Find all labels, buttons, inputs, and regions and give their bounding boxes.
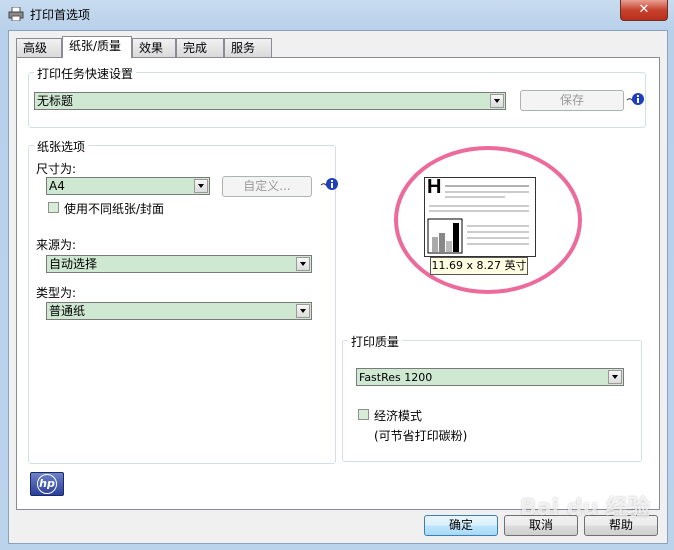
type-label: 类型为: [36, 286, 77, 300]
paper-type-select[interactable]: 普通纸 [46, 302, 312, 320]
chevron-down-icon[interactable] [194, 179, 208, 193]
different-paper-label: 使用不同纸张/封面 [64, 202, 165, 216]
economode-checkbox[interactable] [358, 409, 369, 420]
paper-source-select[interactable]: 自动选择 [46, 255, 312, 273]
tab-effects[interactable]: 效果 [132, 38, 176, 57]
tab-services[interactable]: 服务 [224, 38, 272, 57]
paper-size-tooltip: 11.69 x 8.27 英寸 [430, 257, 528, 275]
quick-set-value: 无标题 [37, 94, 74, 108]
watermark-text: Bai du 经验 [520, 496, 650, 521]
print-quality-legend: 打印质量 [348, 333, 403, 350]
save-button[interactable]: 保存 [520, 90, 624, 111]
info-icon[interactable] [320, 176, 338, 192]
paper-type-value: 普通纸 [49, 304, 86, 318]
paper-source-value: 自动选择 [49, 257, 98, 271]
title-bar[interactable]: 打印首选项 ✕ [0, 0, 674, 30]
different-paper-checkbox[interactable] [48, 202, 59, 213]
tab-paper-quality[interactable]: 纸张/质量 [62, 36, 132, 58]
size-label: 尺寸为: [36, 162, 77, 176]
economode-note: (可节省打印碳粉) [374, 429, 468, 443]
hp-logo-text: hp [37, 474, 57, 494]
custom-size-button[interactable]: 自定义... [222, 176, 312, 197]
ok-button[interactable]: 确定 [424, 515, 498, 536]
paper-options-legend: 纸张选项 [34, 138, 89, 155]
economode-label: 经济模式 [374, 409, 423, 423]
preview-graphic [427, 185, 529, 254]
printer-icon [8, 7, 24, 21]
quick-set-select[interactable]: 无标题 [34, 92, 506, 110]
close-button[interactable]: ✕ [620, 0, 668, 21]
hp-logo-icon: hp [30, 472, 64, 496]
page-preview: H [424, 176, 536, 257]
info-icon[interactable] [626, 91, 644, 107]
paper-size-value: A4 [49, 179, 65, 193]
quick-set-legend: 打印任务快速设置 [34, 65, 137, 82]
chevron-down-icon[interactable] [296, 304, 310, 318]
chevron-down-icon[interactable] [608, 370, 622, 384]
tab-finishing[interactable]: 完成 [176, 38, 224, 57]
tab-advanced[interactable]: 高级 [16, 38, 62, 57]
window-title: 打印首选项 [30, 8, 91, 22]
print-quality-select[interactable]: FastRes 1200 [356, 368, 624, 386]
chevron-down-icon[interactable] [490, 94, 504, 108]
chevron-down-icon[interactable] [296, 257, 310, 271]
print-quality-value: FastRes 1200 [359, 371, 433, 384]
paper-size-select[interactable]: A4 [46, 177, 210, 195]
source-label: 来源为: [36, 238, 77, 252]
